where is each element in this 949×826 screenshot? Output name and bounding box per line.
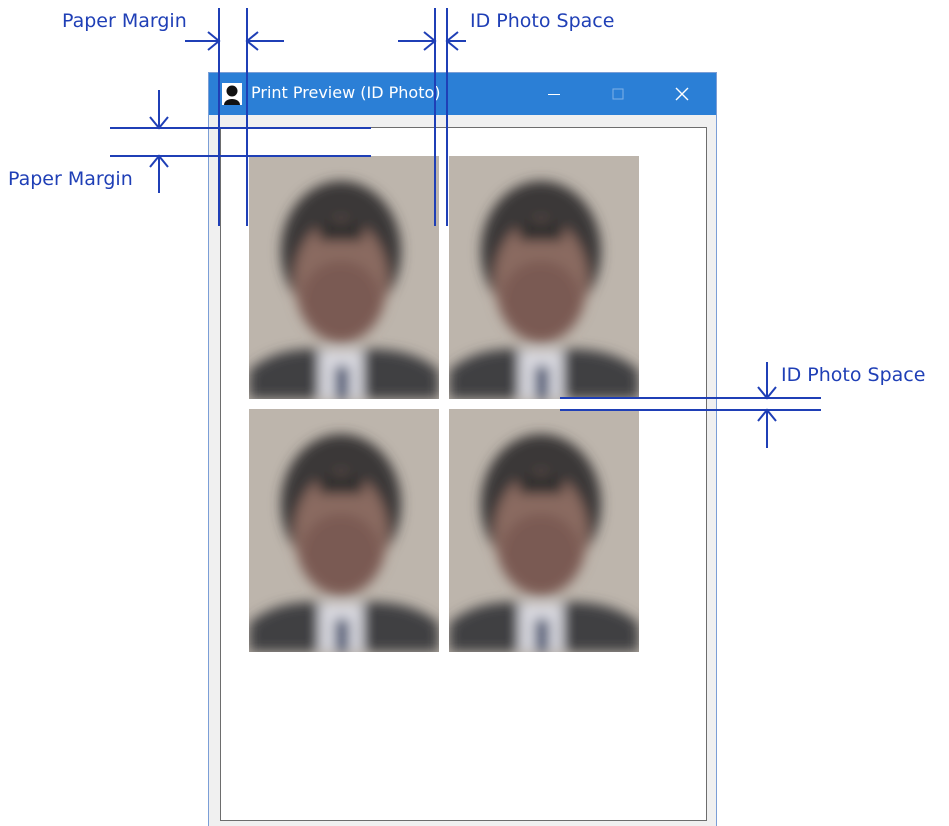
id-photo-space-vertical-label: ID Photo Space [781,364,926,386]
dimension-annotations [110,8,821,448]
id-photo-space-horizontal-label: ID Photo Space [470,10,615,32]
paper-margin-horizontal-label: Paper Margin [62,10,187,32]
paper-margin-vertical-label: Paper Margin [8,168,133,190]
